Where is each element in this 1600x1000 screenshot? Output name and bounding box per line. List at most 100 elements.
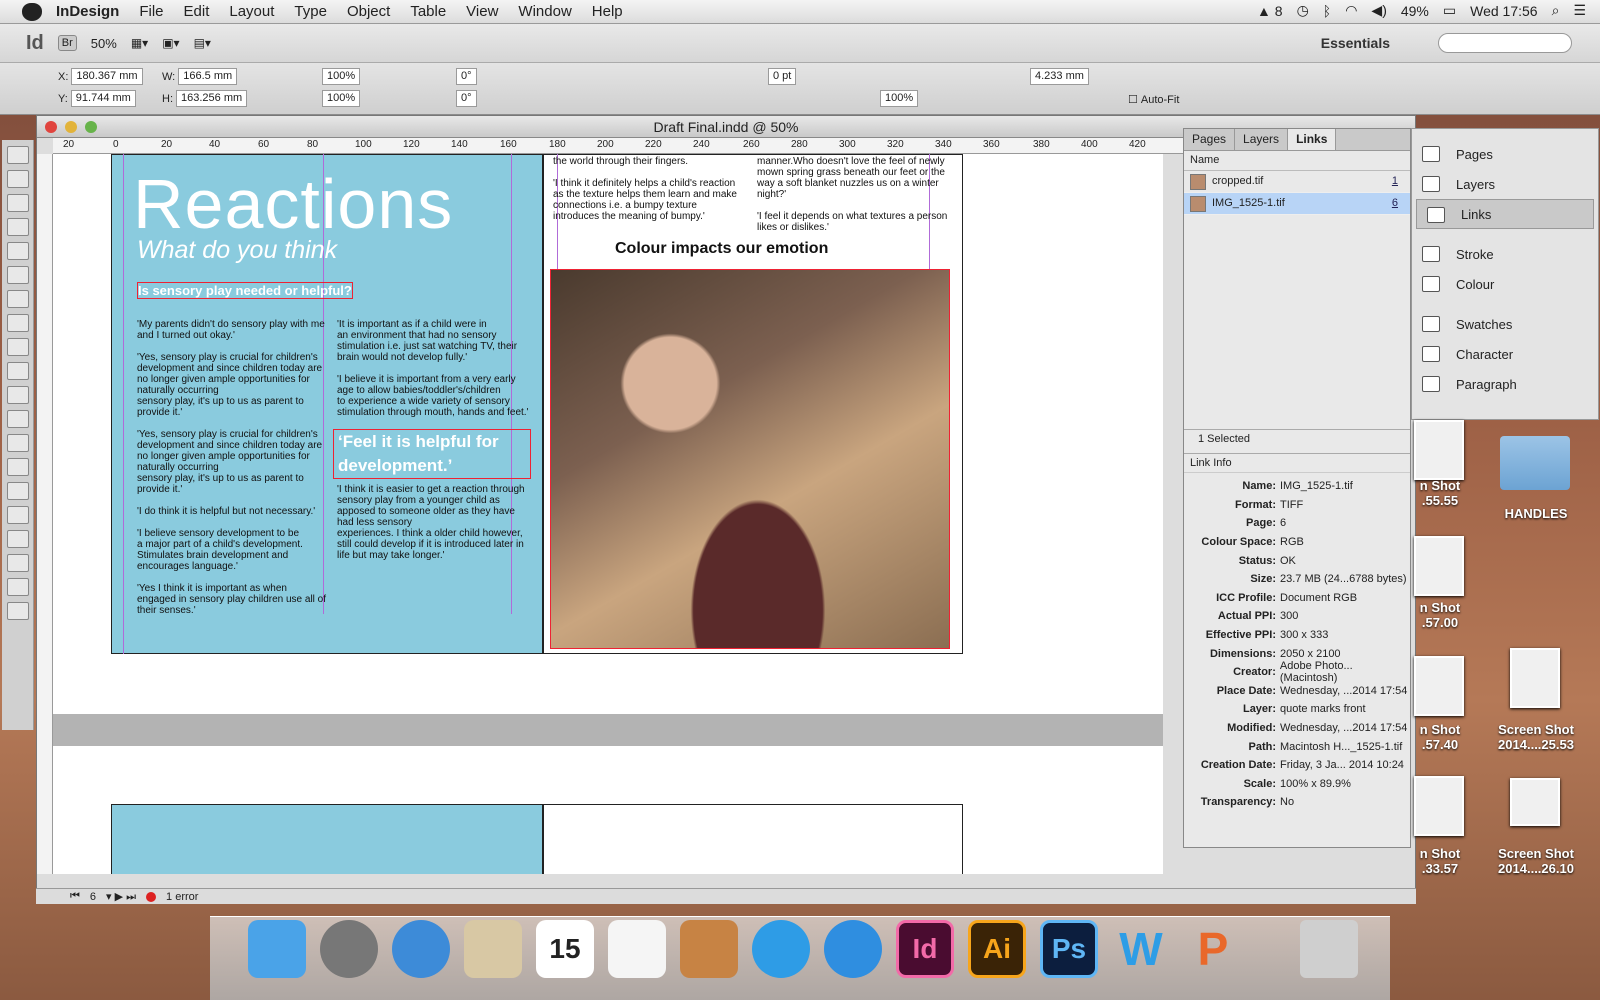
reminders-icon[interactable] [608,920,666,978]
wifi-icon[interactable]: ◠ [1345,2,1357,19]
x-field[interactable]: X: 180.367 mm [58,68,143,85]
menu-object[interactable]: Object [347,3,390,20]
app-store-icon[interactable] [824,920,882,978]
right-heading[interactable]: Colour impacts our emotion [615,240,828,258]
gap-tool-icon[interactable] [6,218,29,236]
placed-image[interactable] [550,269,950,649]
page-dropdown-icon[interactable]: ▾ ▶ ⏭ [106,890,136,904]
horizontal-ruler[interactable]: 20 0 20 40 60 80 100 120 140 160 180 200… [53,138,1253,154]
h-field[interactable]: H: 163.256 mm [162,90,248,107]
link-row-selected[interactable]: IMG_1525-1.tif 6 [1184,193,1410,215]
line-tool-icon[interactable] [6,290,29,308]
trash-icon[interactable] [1300,920,1358,978]
next-left-page[interactable] [111,804,543,874]
mail-icon[interactable] [464,920,522,978]
quote-column-2a[interactable]: 'It is important as if a child were in a… [337,319,529,418]
pen-tool-icon[interactable] [6,314,29,332]
folder-icon[interactable] [1500,436,1570,490]
vertical-ruler[interactable] [37,154,53,874]
link-info-header[interactable]: Link Info [1184,453,1410,473]
dock-pages[interactable]: Pages [1412,139,1598,169]
menu-layout[interactable]: Layout [229,3,274,20]
rectangle-frame-tool-icon[interactable] [6,362,29,380]
note-tool-icon[interactable] [6,482,29,500]
time-machine-icon[interactable]: ◷ [1297,2,1309,19]
pencil-tool-icon[interactable] [6,338,29,356]
dock-layers[interactable]: Layers [1412,169,1598,199]
indesign-dock-icon[interactable]: Id [896,920,954,978]
menu-file[interactable]: File [139,3,163,20]
desktop-folder-label[interactable]: HANDLES [1490,506,1582,521]
desktop-file-label[interactable]: Screen Shot 2014....25.53 [1484,722,1588,752]
screenshot-icon[interactable] [1414,420,1464,480]
screenshot-icon[interactable] [1510,648,1560,708]
workspace-switcher[interactable]: Essentials [1321,35,1390,51]
desktop-file-label[interactable]: n Shot .57.40 [1412,722,1468,752]
word-dock-icon[interactable]: W [1112,920,1170,978]
menu-window[interactable]: Window [518,3,571,20]
page-number-field[interactable]: 6 [90,891,96,903]
dock-paragraph[interactable]: Paragraph [1412,369,1598,399]
notification-icon[interactable]: ☰ [1573,2,1586,19]
menu-view[interactable]: View [466,3,498,20]
launchpad-icon[interactable] [320,920,378,978]
pull-quote[interactable]: ‘Feel it is helpful for development.’ [333,429,531,479]
right-text-1[interactable]: the world through their fingers. 'I thin… [553,156,743,222]
page-subheading[interactable]: What do you think [137,236,337,265]
finder-icon[interactable] [248,920,306,978]
battery-percent[interactable]: 49% [1401,3,1429,19]
zoom-button[interactable] [85,121,97,133]
menu-table[interactable]: Table [410,3,446,20]
itunes-icon[interactable] [752,920,810,978]
menu-help[interactable]: Help [592,3,623,20]
menu-type[interactable]: Type [294,3,327,20]
screen-mode-tool-icon[interactable] [6,602,29,620]
adobe-status-icon[interactable]: ▲ 8 [1257,3,1283,19]
dock-stroke[interactable]: Stroke [1412,239,1598,269]
screenshot-icon[interactable] [1414,776,1464,836]
quote-column-2b[interactable]: 'I think it is easier to get a reaction … [337,484,531,561]
autofit-checkbox[interactable]: ☐ Auto-Fit [1128,93,1179,107]
scissors-tool-icon[interactable] [6,410,29,428]
clock[interactable]: Wed 17:56 [1470,3,1537,19]
w-field[interactable]: W: 166.5 mm [162,68,238,85]
selection-tool-icon[interactable] [6,146,29,164]
apple-icon[interactable] [22,2,42,21]
pasteboard[interactable]: Reactions What do you think Is sensory p… [53,154,1163,874]
scale-x-field[interactable]: 100% [322,68,361,85]
close-button[interactable] [45,121,57,133]
minimize-button[interactable] [65,121,77,133]
page-tool-icon[interactable] [6,194,29,212]
hand-tool-icon[interactable] [6,530,29,548]
quote-column-1[interactable]: 'My parents didn't do sensory play with … [137,319,327,616]
menu-edit[interactable]: Edit [184,3,210,20]
screenshot-icon[interactable] [1510,778,1560,826]
preflight-status[interactable]: 1 error [166,891,198,903]
tab-pages[interactable]: Pages [1184,129,1236,150]
question-heading[interactable]: Is sensory play needed or helpful? [137,282,353,299]
type-tool-icon[interactable] [6,266,29,284]
gradient-tool-icon[interactable] [6,458,29,476]
desktop-file-label[interactable]: n Shot .55.55 [1412,478,1468,508]
calendar-icon[interactable]: 15 [536,920,594,978]
illustrator-dock-icon[interactable]: Ai [968,920,1026,978]
screenshot-icon[interactable] [1414,536,1464,596]
right-text-2[interactable]: manner.Who doesn't love the feel of newl… [757,156,953,233]
dock-links[interactable]: Links [1416,199,1594,229]
offset-field[interactable]: 4.233 mm [1030,68,1089,85]
link-page[interactable]: 1 [1392,175,1398,187]
bridge-button[interactable]: Br [57,35,77,51]
rectangle-tool-icon[interactable] [6,386,29,404]
view-options-icon[interactable]: ▦▾ [131,36,148,50]
first-page-icon[interactable]: ⏮ [70,890,80,903]
safari-icon[interactable] [392,920,450,978]
zoom-tool-icon[interactable] [6,554,29,572]
photoshop-dock-icon[interactable]: Ps [1040,920,1098,978]
bluetooth-icon[interactable]: ᛒ [1323,3,1331,19]
search-input[interactable] [1438,33,1572,53]
link-page[interactable]: 6 [1392,197,1398,209]
tab-layers[interactable]: Layers [1235,129,1289,150]
dock-colour[interactable]: Colour [1412,269,1598,299]
screenshot-icon[interactable] [1414,656,1464,716]
dock-character[interactable]: Character [1412,339,1598,369]
